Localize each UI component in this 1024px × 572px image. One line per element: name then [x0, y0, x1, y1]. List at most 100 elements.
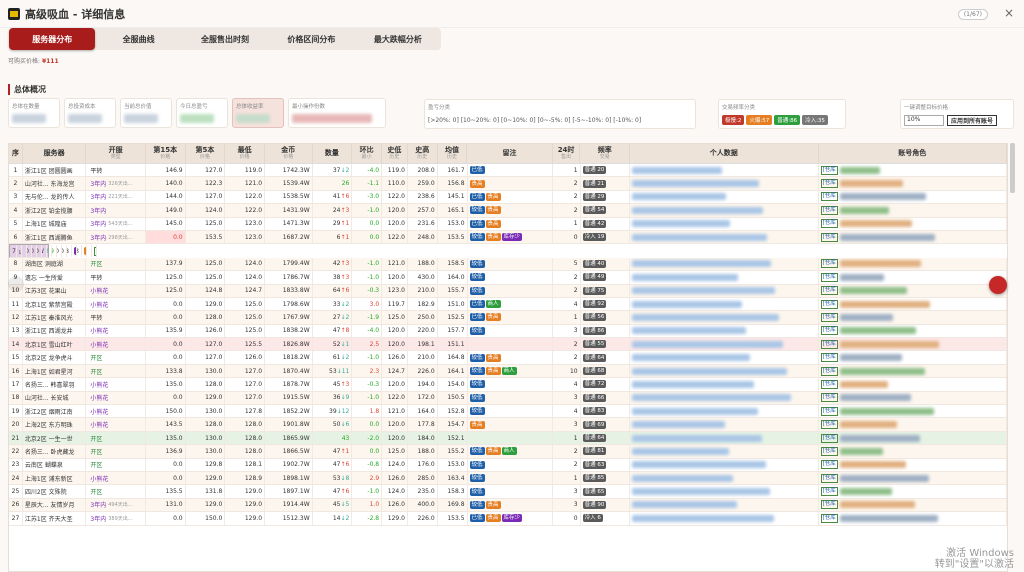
column-header[interactable]: 史高 历史 [408, 144, 438, 163]
table-row[interactable]: 18 山河社... 长安城 小熊花 0.0 129.0 127.0 1915.5W 36 ↓9-… [9, 391, 1007, 406]
account-roles: [仓库 [819, 217, 1007, 230]
price-15: 0.0 [146, 311, 186, 324]
floating-action-button[interactable] [989, 276, 1007, 294]
table-row[interactable]: 7山河社... 大唐官府大明花130.0125.0124.01691.7W91↓… [9, 244, 97, 258]
table-row[interactable]: 16 上海1区 如君星河 开区 133.8 130.0 127.0 1870.4W 53 ↓11… [9, 364, 1007, 379]
tab-server-distribution[interactable]: 服务器分布 [9, 28, 96, 50]
table-row[interactable]: 2 山河社... 东海龙宫 3年内 326天出... 140.0 122.3 121.0 15… [9, 177, 1007, 191]
remark-tags: 已低 贵高 库存少 [468, 512, 553, 525]
table-row[interactable]: 9 遗忘 一生所爱 平转 125.0 125.0 124.0 1786.7W 38 ↑3 -1.0… [9, 271, 1007, 285]
column-header[interactable]: 最低 价格 [225, 144, 265, 163]
column-header[interactable]: 金币 价格 [265, 144, 313, 163]
column-header[interactable]: 序 [9, 144, 23, 163]
table-row[interactable]: 25 四川2区 文殊院 开区 135.5 131.8 129.0 1897.1W 47 ↑6 -1… [9, 485, 1007, 499]
price-15: 135.0 [146, 378, 186, 391]
table-row[interactable]: 23 云南区 蝴蝶泉 开区 0.0 129.8 128.1 1902.7W 47 ↑6 -0.8 1… [9, 458, 1007, 472]
personal-data [630, 391, 819, 405]
column-header[interactable]: 服务器 [23, 144, 87, 163]
column-header[interactable]: 账号角色 [819, 144, 1007, 163]
table-row[interactable]: 10 江苏3区 花果山 小熊花 125.0 124.8 124.7 1833.8W 64 ↑6-… [9, 284, 1007, 298]
ring-change: -1.0 [352, 271, 383, 284]
column-header[interactable]: 环比 最小 [352, 144, 383, 163]
ring-change: 0.0 [352, 418, 383, 431]
table-row[interactable]: 21 北京2区 一生一世 开区 135.0 130.0 128.0 1865.9W 43 -2.… [9, 431, 1007, 446]
table-row[interactable]: 11 北京1区 紫禁宫殿 小熊花 0.0 129.0 125.0 1798.6W 33 ↓2 3.… [9, 297, 1007, 312]
blurred-account-roles [839, 394, 911, 402]
tab-full-server-curve[interactable]: 全服曲线 [95, 28, 181, 50]
prev-arrow-icon[interactable] [8, 276, 24, 292]
personal-data [630, 512, 819, 525]
gold-price: 1866.5W [265, 445, 313, 458]
table-row[interactable]: 6 浙江1区 西湖腾鱼 3年内 298天出... 0.0 153.5 123.0 1687.2… [9, 230, 1007, 245]
blurred-account-roles [839, 367, 925, 375]
table-row[interactable]: 14 北京1区 雪山红叶 小熊花 0.0 127.0 125.5 1826.8W 52 ↓1 2.… [9, 338, 1007, 352]
badge-hot: 火爆:57 [746, 115, 773, 125]
table-row[interactable]: 27 江苏1区 齐天大圣 3年内 389天出... 0.0 150.0 129.0 1512.… [9, 512, 1007, 526]
column-header[interactable]: 均值 历史 [438, 144, 468, 163]
freq-badge: 普通 66 [582, 393, 607, 402]
price-15: 0.0 [146, 297, 186, 311]
table-row[interactable]: 24 上海1区 浦东新区 小熊花 0.0 129.0 128.9 1898.1W 53 ↓8 2.… [9, 471, 1007, 486]
table-row[interactable]: 13 浙江1区 西湖龙井 小熊花 135.9 126.0 125.0 1838.2W 47 ↑8… [9, 324, 1007, 339]
column-header[interactable]: 留注 [467, 144, 553, 163]
scrollbar[interactable] [1010, 143, 1015, 193]
table-row[interactable]: 4 浙江2区 铂金揽腰 3年内 149.0 124.0 122.0 1431.9W 24 ↑3-… [9, 204, 1007, 218]
table-row[interactable]: 5 上海1区 城隍庙 3年内 543天出... 145.0 125.0 123.0 1471.… [9, 217, 1007, 231]
sold-24h: 1 [553, 217, 581, 230]
remark-tags: 较低 [468, 458, 553, 471]
quantity-trend: ↓5 [340, 501, 350, 509]
row-index: 22 [9, 445, 23, 458]
table-row[interactable]: 22 名扬三... 卧虎藏龙 开区 136.9 130.0 128.0 1866.5W 47 ↑… [9, 445, 1007, 459]
card-label: 总体收益率 [236, 104, 264, 110]
apply-all-button[interactable]: 应用到所有账号 [947, 115, 998, 126]
column-header[interactable]: 史低 历史 [382, 144, 408, 163]
tab-price-range[interactable]: 价格区间分布 [268, 28, 354, 50]
open-days-note: 543天出... [108, 221, 133, 228]
table-row[interactable]: 19 浙江2区 烟雨江南 小熊花 150.0 130.0 127.8 1852.2W 39 ↓1… [9, 405, 1007, 419]
account-roles: [仓库 [819, 391, 1007, 405]
table-row[interactable]: 1 浙江1区 团圆圆画 平转 146.9 127.0 119.0 1742.3W 37 ↓2 -4… [9, 164, 1007, 178]
personal-data [630, 271, 819, 284]
column-header[interactable]: 个人数据 [630, 144, 819, 163]
table-row[interactable]: 15 北京2区 龙争虎斗 开区 0.0 127.0 126.0 1818.2W 61 ↓2 -1.… [9, 351, 1007, 365]
price-15: 146.9 [146, 164, 186, 177]
server-name: 上海1区 城隍庙 [23, 217, 87, 230]
sold-24h: 1 [553, 431, 581, 445]
sold-24h: 2 [553, 284, 581, 297]
remark-tag: 较低 [469, 259, 485, 268]
table-row[interactable]: 8 湖南区 洞庭湖 开区 137.9 125.0 124.0 1799.4W 42 ↑3 -1.0… [9, 257, 1007, 272]
tab-sold-time[interactable]: 全服售出时刻 [182, 28, 268, 50]
price-5: 129.8 [186, 458, 226, 471]
account-roles: [仓库 [819, 284, 1007, 297]
tab-max-drop[interactable]: 最大跌幅分析 [355, 28, 441, 50]
column-header[interactable]: 第15本 价格 [146, 144, 186, 163]
freq-badge: 普通 63 [582, 460, 607, 469]
price-5: 125.0 [186, 257, 226, 271]
column-header[interactable]: 开服 类型 [86, 144, 146, 163]
column-header[interactable]: 频率 交易 [580, 144, 631, 163]
column-header[interactable]: 24时 售出 [553, 144, 581, 163]
trade-freq: 普通 56 [581, 311, 631, 324]
open-days-note: 298天出... [108, 234, 133, 241]
warehouse-tag: [仓库 [820, 192, 838, 202]
table-row[interactable]: 3 无与伦... 龙的传人 3年内 221天出... 144.0 127.0 122.0 15… [9, 190, 1007, 205]
freq-badge: 普通 20 [582, 166, 607, 175]
quantity-value: 39 [329, 407, 337, 415]
history-avg: 156.8 [438, 177, 468, 190]
table-row[interactable]: 12 江苏1区 秦淮风光 平转 0.0 128.0 125.0 1767.9W 27 ↓2 -1.… [9, 311, 1007, 325]
percent-select[interactable]: 10% [904, 115, 944, 126]
column-header[interactable]: 第5本 价格 [186, 144, 226, 163]
close-icon[interactable]: × [1004, 6, 1014, 20]
history-low: 120.0 [382, 378, 408, 391]
table-row[interactable]: 17 名扬三... 韩喜翠羽 小熊花 135.0 128.0 127.0 1878.7W 45… [9, 378, 1007, 392]
blurred-personal-data [632, 260, 772, 268]
warehouse-tag: [仓库 [820, 259, 838, 269]
column-header[interactable]: 数量 [313, 144, 353, 163]
warehouse-tag: [仓库 [820, 406, 838, 416]
table-row[interactable]: 20 上海2区 东方明珠 小熊花 143.5 128.0 128.0 1901.8W 50 ↓6… [9, 418, 1007, 432]
row-index: 3 [9, 190, 23, 204]
page-counter[interactable]: (1/67) [957, 9, 988, 20]
table-row[interactable]: 26 星辰大... 友情岁月 3年内 494天出... 131.0 129.0 129.0 1… [9, 498, 1007, 513]
price-15: 136.9 [146, 445, 186, 458]
freq-badge: 普通 65 [582, 487, 607, 496]
